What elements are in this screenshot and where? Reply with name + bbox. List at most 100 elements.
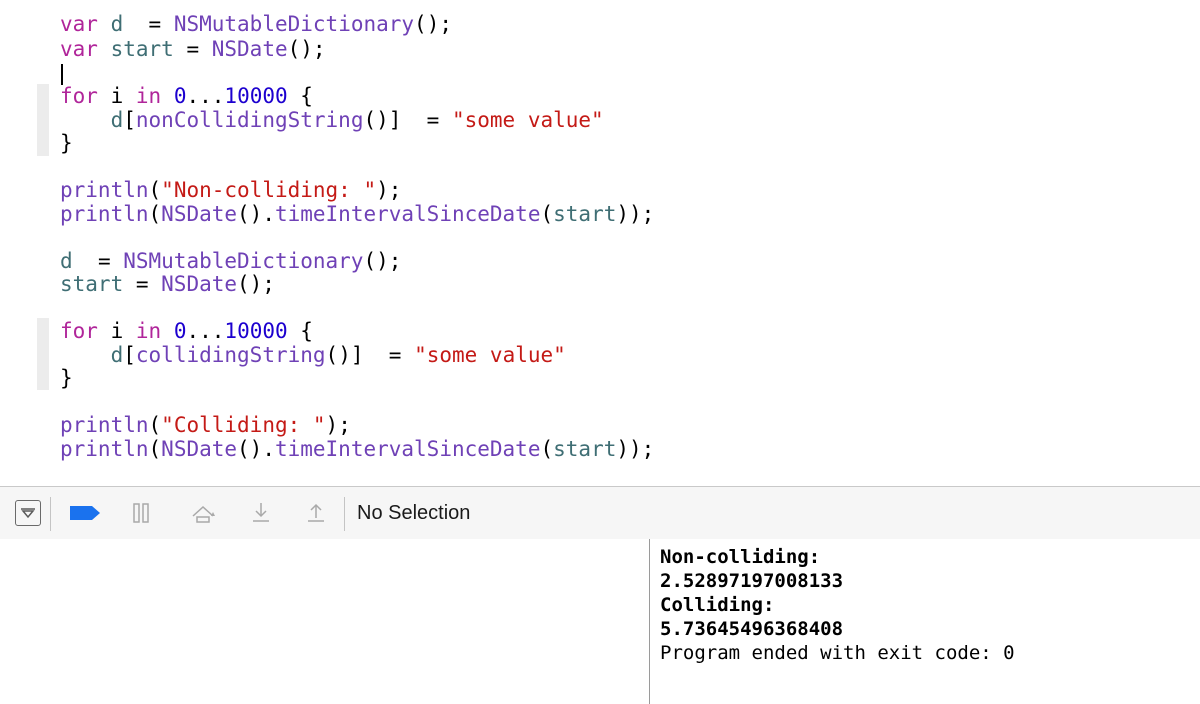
code-token: ()] =: [325, 343, 415, 367]
hide-debug-area-button[interactable]: [10, 487, 46, 539]
debug-bar: No Selection: [0, 486, 1200, 540]
code-line[interactable]: }: [60, 131, 73, 155]
step-out-button[interactable]: [301, 487, 331, 539]
code-token: "some value": [414, 343, 566, 367]
code-token: NSDate: [161, 202, 238, 226]
code-token: ().: [237, 202, 275, 226]
console-line: Non-colliding:: [660, 546, 821, 568]
code-token: ();: [237, 272, 275, 296]
step-into-icon: [253, 503, 269, 522]
code-line[interactable]: var start = NSDate();: [60, 37, 326, 61]
step-over-icon: [192, 505, 215, 523]
code-line[interactable]: println("Colliding: ");: [60, 413, 351, 437]
code-token: println: [60, 437, 149, 461]
console-line: 5.73645496368408: [660, 618, 844, 640]
code-token: =: [72, 249, 124, 273]
code-line[interactable]: println(NSDate().timeIntervalSinceDate(s…: [60, 202, 654, 226]
code-token: timeIntervalSinceDate: [274, 202, 541, 226]
source-editor[interactable]: var d = NSMutableDictionary(); var start…: [0, 0, 1200, 486]
code-token: 0: [173, 319, 187, 343]
code-token: d: [110, 12, 124, 36]
code-fold-ribbon-first-loop[interactable]: [37, 84, 49, 156]
code-token: =: [123, 12, 174, 36]
code-token: }: [60, 366, 73, 390]
code-line[interactable]: start = NSDate();: [60, 272, 275, 296]
toolbar-separator: [50, 497, 51, 531]
code-token: println: [60, 413, 149, 437]
code-token: ...: [186, 319, 225, 343]
code-line[interactable]: println(NSDate().timeIntervalSinceDate(s…: [60, 437, 654, 461]
code-token: ));: [616, 437, 655, 461]
code-token: (: [148, 413, 162, 437]
code-token: (: [148, 202, 162, 226]
code-token: ();: [414, 12, 452, 36]
console-output[interactable]: Non-colliding: 2.52897197008133 Collidin…: [650, 539, 1200, 704]
code-line[interactable]: for i in 0...10000 {: [60, 84, 313, 108]
code-token: collidingString: [135, 343, 326, 367]
code-token: ().: [237, 437, 275, 461]
code-token: start: [553, 202, 617, 226]
code-token: [: [123, 343, 136, 367]
console-line: Colliding:: [660, 594, 775, 616]
code-line[interactable]: d = NSMutableDictionary();: [60, 249, 401, 273]
code-line[interactable]: for i in 0...10000 {: [60, 319, 313, 343]
code-token: println: [60, 178, 149, 202]
code-token: d: [110, 343, 124, 367]
code-token: start: [553, 437, 617, 461]
breakpoints-toggle-button[interactable]: [66, 487, 104, 539]
code-line[interactable]: var d = NSMutableDictionary();: [60, 12, 452, 36]
code-token: in: [135, 84, 162, 108]
code-token: (: [148, 437, 162, 461]
code-token: d: [60, 249, 73, 273]
code-token: {: [287, 319, 313, 343]
code-fold-ribbon-second-loop[interactable]: [37, 318, 49, 390]
code-token: (: [540, 437, 554, 461]
code-line[interactable]: println("Non-colliding: ");: [60, 178, 401, 202]
code-token: 10000: [224, 319, 288, 343]
code-token: "some value": [451, 108, 604, 132]
code-token: start: [60, 272, 124, 296]
code-token: NSDate: [161, 437, 238, 461]
code-token: println: [60, 202, 149, 226]
code-token: var: [60, 12, 98, 36]
breakpoints-toggle-icon: [70, 506, 100, 520]
code-token: ();: [363, 249, 402, 273]
code-token: NSDate: [211, 37, 288, 61]
step-into-button[interactable]: [246, 487, 276, 539]
code-token: NSMutableDictionary: [173, 12, 415, 36]
code-token: timeIntervalSinceDate: [274, 437, 541, 461]
code-token: [: [123, 108, 136, 132]
debug-status-label: No Selection: [357, 502, 471, 524]
code-token: d: [110, 108, 124, 132]
code-token: for: [60, 84, 98, 108]
variables-view[interactable]: [0, 539, 649, 704]
pause-continue-icon: [133, 503, 149, 523]
code-token: start: [110, 37, 174, 61]
code-token: ));: [616, 202, 655, 226]
code-token: i: [97, 319, 136, 343]
code-token: in: [135, 319, 162, 343]
step-over-button[interactable]: [186, 487, 220, 539]
code-line[interactable]: d[nonCollidingString()] = "some value": [60, 108, 604, 132]
code-token: ...: [186, 84, 225, 108]
code-line[interactable]: }: [60, 366, 73, 390]
code-token: ()] =: [363, 108, 452, 132]
code-token: }: [60, 131, 73, 155]
code-token: 10000: [224, 84, 288, 108]
code-token: nonCollidingString: [135, 108, 364, 132]
code-token: 0: [173, 84, 187, 108]
hide-debug-area-icon: [15, 500, 41, 526]
code-token: );: [376, 178, 402, 202]
code-token: i: [97, 84, 136, 108]
code-token: (: [148, 178, 162, 202]
code-token: (: [540, 202, 554, 226]
code-line[interactable]: d[collidingString()] = "some value": [60, 343, 566, 367]
pause-continue-button[interactable]: [126, 487, 156, 539]
code-token: "Non-colliding: ": [161, 178, 377, 202]
code-token: =: [173, 37, 212, 61]
code-token: =: [123, 272, 162, 296]
